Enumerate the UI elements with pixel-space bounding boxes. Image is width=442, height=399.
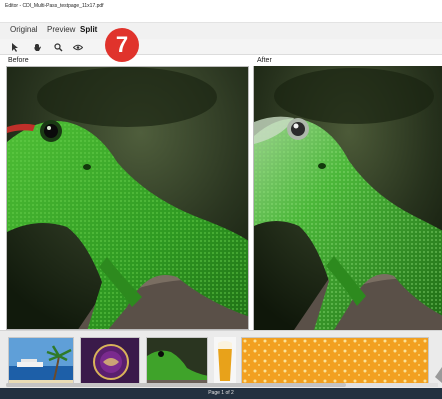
partial-thumbnail[interactable] xyxy=(433,337,442,385)
thumbnail-strip xyxy=(0,330,442,388)
tab-original[interactable]: Original xyxy=(10,25,38,34)
cruise-ship-palm-thumbnail[interactable] xyxy=(8,337,74,385)
before-image-pane[interactable] xyxy=(6,66,249,330)
window-title: Editor - CDI_Multi-Pass_testpage_11x17.p… xyxy=(5,3,104,9)
view-tabs: Original Preview Split xyxy=(0,23,442,39)
after-image-pane[interactable] xyxy=(253,66,442,330)
lizard-image-after xyxy=(254,66,442,330)
tab-split[interactable]: Split xyxy=(80,25,97,34)
lizard-image-before xyxy=(7,67,248,329)
status-bar: Page 1 of 2 xyxy=(0,388,442,399)
page-indicator: Page 1 of 2 xyxy=(208,390,234,396)
beer-foam-thumbnail[interactable] xyxy=(241,337,429,385)
hand-icon[interactable] xyxy=(31,41,43,53)
zoom-icon[interactable] xyxy=(52,41,64,53)
title-bar: Editor - CDI_Multi-Pass_testpage_11x17.p… xyxy=(0,0,442,23)
beer-glass-thumbnail[interactable] xyxy=(214,337,236,385)
scrollbar-handle[interactable] xyxy=(6,383,346,387)
purple-emblem-thumbnail[interactable] xyxy=(80,337,140,385)
tab-preview[interactable]: Preview xyxy=(47,25,75,34)
thumbnail-scrollbar[interactable] xyxy=(6,383,438,387)
before-label: Before xyxy=(8,57,29,64)
after-label: After xyxy=(257,57,272,64)
eye-icon[interactable] xyxy=(72,41,84,53)
toolbar xyxy=(0,39,442,55)
pointer-icon[interactable] xyxy=(9,41,21,53)
step-number-badge: 7 xyxy=(105,28,139,62)
green-lizard-thumbnail[interactable] xyxy=(146,337,208,385)
